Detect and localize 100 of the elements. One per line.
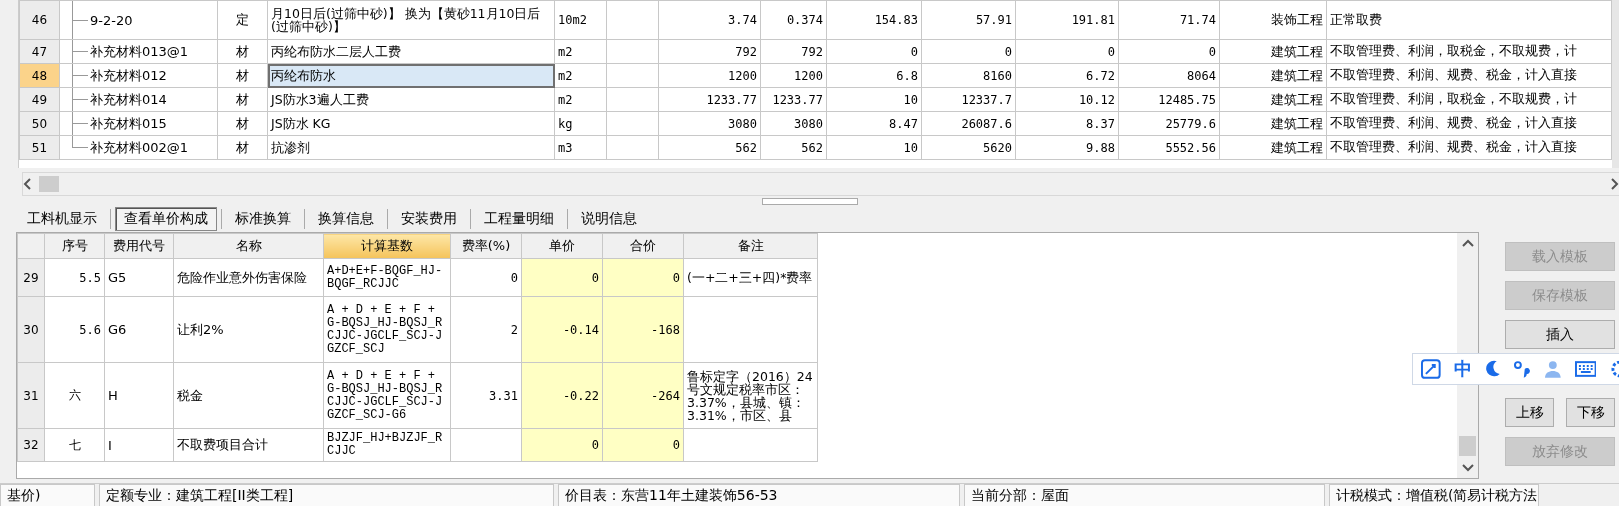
tab[interactable]: 标准换算 [226, 207, 300, 231]
table-cell: 0 [602, 258, 684, 297]
row-number: 29 [17, 258, 45, 297]
table-cell: 七 [44, 428, 105, 462]
scroll-left-icon[interactable] [23, 178, 33, 190]
input-mode-toggle[interactable]: 中 [1453, 357, 1472, 381]
tab[interactable]: 工程量明细 [475, 207, 563, 231]
row-number[interactable]: 48 [19, 63, 60, 88]
table-cell: 9-2-20 [59, 0, 218, 40]
table-cell: 1200 [760, 63, 827, 88]
table-cell: 2 [450, 296, 522, 363]
table-cell: 3080 [760, 111, 827, 136]
row-number[interactable]: 46 [19, 0, 60, 40]
moon-icon[interactable] [1484, 360, 1501, 378]
punctuation-icon[interactable] [1513, 360, 1531, 378]
table-cell: 不取管理费、利润、规费、税金，计入直接 [1326, 111, 1612, 136]
table-cell: 抗渗剂 [267, 135, 555, 160]
table-cell: 补充材料012 [59, 63, 218, 88]
table-cell: 3080 [658, 111, 761, 136]
table-cell: 补充材料015 [59, 111, 218, 136]
table-cell: kg [554, 111, 607, 136]
scrollbar-thumb[interactable] [39, 176, 59, 192]
table-cell: 建筑工程 [1219, 63, 1327, 88]
table-cell: 3.31 [450, 362, 522, 429]
tab[interactable]: 说明信息 [572, 207, 646, 231]
table-cell: JS防水3遍人工费 [267, 87, 555, 112]
tab[interactable]: 换算信息 [309, 207, 383, 231]
column-header: 备注 [683, 233, 818, 259]
table-cell: 25779.6 [1118, 111, 1220, 136]
table-cell: 丙纶布防水 [267, 63, 555, 88]
table-cell: 补充材料013@1 [59, 39, 218, 64]
table-cell: 装饰工程 [1219, 0, 1327, 40]
side-button[interactable]: 下移 [1566, 398, 1615, 427]
tab[interactable]: 工料机显示 [18, 207, 106, 231]
column-header: 名称 [173, 233, 324, 259]
table-cell: -0.14 [521, 296, 603, 363]
table-cell: 鲁标定字（2016）24号文规定税率市区：3.37%，县城、镇：3.31%，市区、县 [683, 362, 818, 429]
table-cell: 不取管理费、利润、规费、税金，计入直接 [1326, 135, 1612, 160]
tab[interactable]: 安装费用 [392, 207, 466, 231]
table-cell: G5 [104, 258, 174, 297]
table-cell: 154.83 [826, 0, 922, 40]
table-cell: 材 [217, 87, 268, 112]
status-text: 定额专业：建筑工程[II类工程] [99, 484, 554, 506]
keyboard-icon[interactable] [1574, 361, 1597, 377]
table-cell: H [104, 362, 174, 429]
table-cell: 26087.6 [921, 111, 1016, 136]
table-cell: 10 [826, 135, 922, 160]
scrollbar-track[interactable] [0, 0, 19, 168]
scroll-down-icon[interactable] [1461, 464, 1474, 472]
table-cell: 8160 [921, 63, 1016, 88]
table-cell: 8.37 [1015, 111, 1119, 136]
column-header: 单价 [521, 233, 603, 259]
side-button[interactable]: 上移 [1505, 398, 1554, 427]
table-cell: 10m2 [554, 0, 607, 40]
table-cell: 材 [217, 111, 268, 136]
table-cell: 562 [760, 135, 827, 160]
row-number[interactable]: 47 [19, 39, 60, 64]
table-cell: 191.81 [1015, 0, 1119, 40]
table-cell: m2 [554, 87, 607, 112]
table-cell: 让利2% [173, 296, 324, 363]
row-number[interactable]: 49 [19, 87, 60, 112]
table-cell: -264 [602, 362, 684, 429]
table-cell: 材 [217, 63, 268, 88]
table-cell: 补充材料002@1 [59, 135, 218, 160]
table-cell: 0.374 [760, 0, 827, 40]
table-cell: 0 [602, 428, 684, 462]
ime-logo-icon[interactable] [1421, 359, 1441, 379]
tab[interactable]: 查看单价构成 [115, 207, 217, 231]
table-cell: 562 [658, 135, 761, 160]
row-number: 32 [17, 428, 45, 462]
table-cell: 71.74 [1118, 0, 1220, 40]
table-cell: 8064 [1118, 63, 1220, 88]
table-cell: 9.88 [1015, 135, 1119, 160]
table-cell: 正常取费 [1326, 0, 1612, 40]
table-cell: A + D + E + F + G-BQSJ_HJ-BQSJ_RCJJC-JGCLF_SCJ-JGZCF_SCJ-G6 [323, 362, 451, 429]
table-cell: 定 [217, 0, 268, 40]
scrollbar-track[interactable] [1612, 0, 1619, 168]
status-text: 基价) [0, 484, 95, 506]
table-cell: 5.6 [44, 296, 105, 363]
table-cell: 10.12 [1015, 87, 1119, 112]
settings-icon[interactable] [1609, 359, 1619, 379]
table-cell: 丙纶布防水二层人工费 [267, 39, 555, 64]
splitter-handle[interactable] [761, 198, 858, 205]
table-cell: -168 [602, 296, 684, 363]
scrollbar-thumb[interactable] [1459, 436, 1476, 456]
side-button[interactable]: 插入 [1505, 320, 1615, 349]
table-cell: 0 [521, 428, 603, 462]
table-cell: 危险作业意外伤害保险 [173, 258, 324, 297]
scroll-right-icon[interactable] [1609, 178, 1619, 190]
table-cell: 1200 [658, 63, 761, 88]
row-number: 31 [17, 362, 45, 429]
table-cell: 10 [826, 87, 922, 112]
table-cell: BJZJF_HJ+BJZJF_RCJJC [323, 428, 451, 462]
table-cell: 5620 [921, 135, 1016, 160]
table-cell: 0 [826, 39, 922, 64]
table-cell: 792 [760, 39, 827, 64]
row-number[interactable]: 51 [19, 135, 60, 160]
scroll-up-icon[interactable] [1461, 239, 1474, 247]
table-cell: 补充材料014 [59, 87, 218, 112]
row-number[interactable]: 50 [19, 111, 60, 136]
